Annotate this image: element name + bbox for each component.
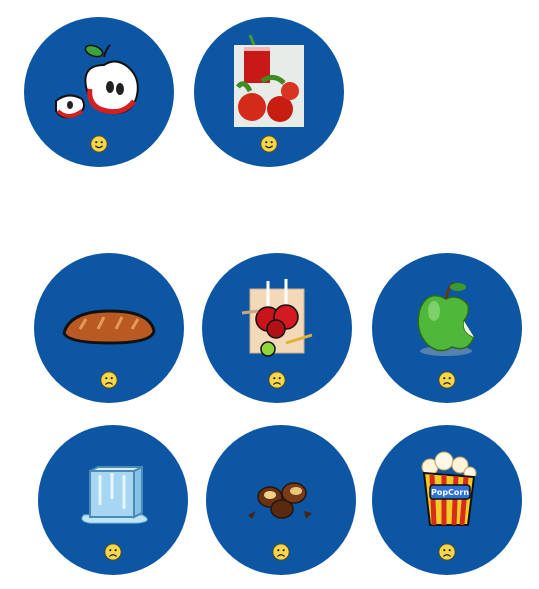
- sad-face-icon: [100, 371, 118, 389]
- happy-face-icon: [260, 135, 278, 153]
- sad-face-icon: [104, 543, 122, 561]
- sad-face-icon: [438, 543, 456, 561]
- food-card-candy-apples[interactable]: [202, 253, 352, 403]
- sad-face-icon: [272, 543, 290, 561]
- sad-face-icon: [268, 371, 286, 389]
- food-card-popcorn[interactable]: PopCorn: [372, 425, 522, 575]
- happy-face-icon: [90, 135, 108, 153]
- food-card-tomato-juice[interactable]: [194, 17, 344, 167]
- food-card-chestnuts[interactable]: [206, 425, 356, 575]
- food-card-bread[interactable]: [34, 253, 184, 403]
- popcorn-bag-label: PopCorn: [431, 488, 469, 497]
- food-card-green-apple[interactable]: [372, 253, 522, 403]
- food-card-ice[interactable]: [38, 425, 188, 575]
- sad-face-icon: [438, 371, 456, 389]
- food-card-apple[interactable]: [24, 17, 174, 167]
